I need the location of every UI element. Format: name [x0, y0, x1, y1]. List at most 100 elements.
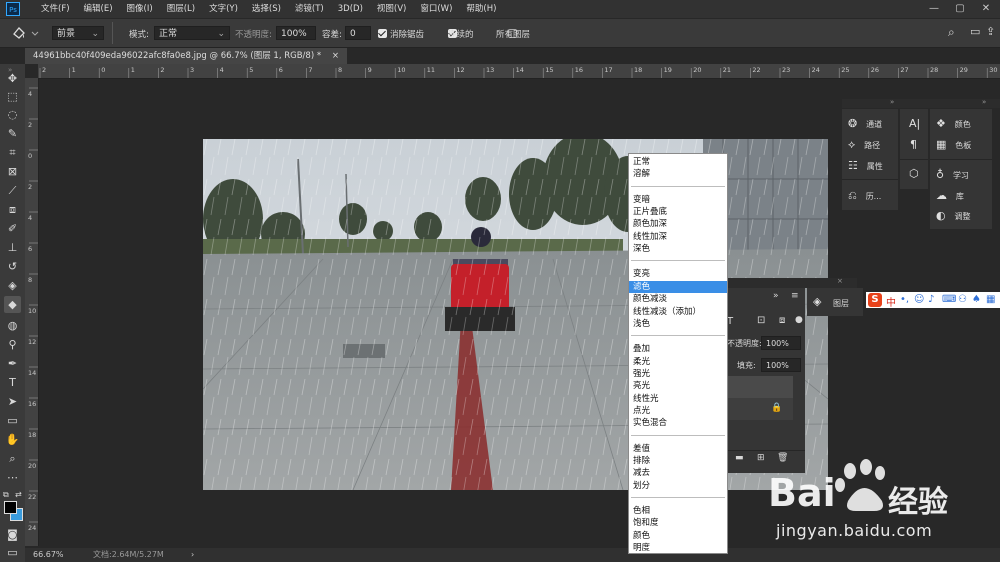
panel-item-channels[interactable]: ❂ 通道 — [848, 117, 882, 130]
zoom-level[interactable]: 66.67% — [33, 548, 64, 562]
collapse-icon[interactable]: » — [982, 98, 986, 106]
shape-tool-icon[interactable]: ▭ — [4, 412, 21, 429]
blend-mode-item[interactable]: 变亮 — [629, 268, 727, 280]
blend-mode-item[interactable]: 饱和度 — [629, 517, 727, 529]
collapse-icon[interactable]: » — [890, 98, 894, 106]
toolbox-icon[interactable]: ▦ — [986, 294, 995, 305]
foreground-color-swatch[interactable] — [4, 501, 17, 514]
fill-source-select[interactable]: 前景 ⌄ — [52, 26, 104, 40]
eraser-tool-icon[interactable]: ◈ — [4, 277, 21, 294]
hand-tool-icon[interactable]: ✋ — [4, 431, 21, 448]
layer-opacity-input[interactable]: 100% — [761, 336, 801, 350]
keyboard-icon[interactable]: ⌨ — [942, 294, 956, 305]
blend-mode-item[interactable]: 颜色加深 — [629, 218, 727, 230]
menu-select[interactable]: 选择(S) — [245, 0, 288, 18]
history-brush-tool-icon[interactable]: ↺ — [4, 258, 21, 275]
panel-menu-icon[interactable]: ≡ — [791, 291, 799, 301]
pen-tool-icon[interactable]: ✒ — [4, 355, 21, 372]
blend-mode-item[interactable]: 差值 — [629, 443, 727, 455]
blend-mode-item[interactable]: 叠加 — [629, 343, 727, 355]
blend-mode-item[interactable]: 亮光 — [629, 380, 727, 392]
type-tool-icon[interactable]: T — [4, 374, 21, 391]
blend-mode-item[interactable]: 浅色 — [629, 318, 727, 330]
blend-mode-item[interactable]: 颜色减淡 — [629, 293, 727, 305]
blend-mode-item[interactable]: 深色 — [629, 243, 727, 255]
default-colors-icon[interactable]: ⧉ — [3, 490, 9, 500]
crop-tool-icon[interactable]: ⌗ — [4, 144, 21, 161]
menu-window[interactable]: 窗口(W) — [413, 0, 459, 18]
blend-mode-item[interactable]: 强光 — [629, 368, 727, 380]
panel-item-paths[interactable]: ⟡ 路径 — [848, 138, 880, 152]
panel-item-swatches[interactable]: ▦ 色板 — [936, 138, 971, 151]
user-icon[interactable]: ⚇ — [958, 294, 967, 305]
blend-mode-item[interactable]: 线性加深 — [629, 231, 727, 243]
ime-mode-label[interactable]: 中 — [886, 294, 896, 309]
tolerance-input[interactable]: 0 — [345, 26, 371, 40]
blend-mode-item[interactable]: 实色混合 — [629, 417, 727, 429]
menu-layer[interactable]: 图层(L) — [160, 0, 202, 18]
layer-row[interactable]: 🔒 — [727, 398, 793, 420]
menu-3d[interactable]: 3D(D) — [331, 0, 370, 18]
menu-help[interactable]: 帮助(H) — [459, 0, 503, 18]
panel-item-libraries[interactable]: ☁ 库 — [936, 189, 964, 202]
blend-mode-dropdown[interactable]: 正常 溶解 变暗 正片叠底 颜色加深 线性加深 深色 变亮 滤色 颜色减淡 线性减淡（添加） 浅色 叠加… — [628, 153, 728, 554]
layer-fill-input[interactable]: 100% — [761, 358, 801, 372]
blend-mode-item[interactable]: 变暗 — [629, 194, 727, 206]
blend-mode-item[interactable]: 划分 — [629, 480, 727, 492]
quick-select-tool-icon[interactable]: ✎ — [4, 125, 21, 142]
panel-item-properties[interactable]: ☷ 属性 — [848, 159, 883, 172]
path-select-tool-icon[interactable]: ➤ — [4, 393, 21, 410]
brush-tool-icon[interactable]: ✐ — [4, 220, 21, 237]
paragraph-icon[interactable]: ¶ — [910, 138, 917, 151]
menu-view[interactable]: 视图(V) — [370, 0, 413, 18]
menu-image[interactable]: 图像(I) — [120, 0, 160, 18]
marquee-tool-icon[interactable]: ⬚ — [4, 88, 21, 105]
frame-tool-icon[interactable]: ⊠ — [4, 163, 21, 180]
antialias-checkbox[interactable] — [378, 29, 387, 38]
panel-collapse-icon[interactable]: » — [773, 291, 779, 301]
blend-mode-item[interactable]: 减去 — [629, 467, 727, 479]
panel-item-history[interactable]: ⎌ 历... — [848, 189, 881, 203]
new-layer-icon[interactable]: ⊞ — [757, 453, 765, 463]
swap-colors-icon[interactable]: ⇄ — [15, 490, 22, 499]
blend-mode-item[interactable]: 排除 — [629, 455, 727, 467]
lasso-tool-icon[interactable]: ◌ — [4, 106, 21, 123]
mic-icon[interactable]: ♪ — [928, 294, 934, 305]
blend-mode-item[interactable]: 线性减淡（添加） — [629, 306, 727, 318]
status-menu-arrow[interactable]: › — [191, 548, 194, 562]
blend-mode-item[interactable]: 正片叠底 — [629, 206, 727, 218]
menu-type[interactable]: 文字(Y) — [202, 0, 245, 18]
filter-smart-icon[interactable]: ⧈ — [779, 315, 785, 326]
paint-bucket-tool-icon[interactable]: ◆ — [4, 296, 21, 313]
filter-toggle-icon[interactable]: ● — [795, 315, 803, 325]
blend-mode-item[interactable]: 线性光 — [629, 393, 727, 405]
workspace-icon[interactable]: ▭ — [970, 25, 980, 38]
blend-mode-item[interactable]: 明度 — [629, 542, 727, 554]
screen-mode-icon[interactable]: ▭ — [4, 544, 21, 561]
search-icon[interactable]: ⌕ — [948, 25, 955, 40]
document-tab[interactable]: 44961bbc40f409eda96022afc8fa0e8.jpg @ 66… — [25, 48, 347, 64]
character-icon[interactable]: A| — [909, 117, 920, 130]
skin-icon[interactable]: ♠ — [972, 294, 981, 305]
healing-brush-tool-icon[interactable]: ⧈ — [4, 201, 21, 218]
menu-edit[interactable]: 编辑(E) — [77, 0, 120, 18]
panel-item-adjustments[interactable]: ◐ 调整 — [936, 209, 970, 222]
close-tab-icon[interactable]: × — [332, 51, 339, 61]
more-tools-icon[interactable]: ⋯ — [4, 469, 21, 486]
panel-item-learn[interactable]: ♁ 学习 — [936, 168, 969, 181]
layers-tab-collapsed[interactable]: ◈ 图层 — [807, 288, 863, 316]
3d-icon[interactable]: ⬡ — [909, 167, 919, 180]
close-window-button[interactable]: ✕ — [974, 0, 998, 18]
blend-mode-item[interactable]: 溶解 — [629, 168, 727, 180]
quick-mask-icon[interactable]: ◙ — [4, 526, 21, 543]
layer-row[interactable] — [727, 376, 793, 398]
new-group-icon[interactable]: ▬ — [735, 453, 744, 463]
stamp-tool-icon[interactable]: ⊥ — [4, 239, 21, 256]
opacity-input[interactable]: 100% — [276, 26, 316, 40]
blend-mode-item[interactable]: 正常 — [629, 156, 727, 168]
blend-mode-item[interactable]: 色相 — [629, 505, 727, 517]
menu-filter[interactable]: 滤镜(T) — [288, 0, 331, 18]
punctuation-icon[interactable]: •, — [900, 294, 909, 305]
maximize-button[interactable]: ▢ — [948, 0, 972, 18]
emoji-icon[interactable]: ☺ — [914, 294, 924, 305]
